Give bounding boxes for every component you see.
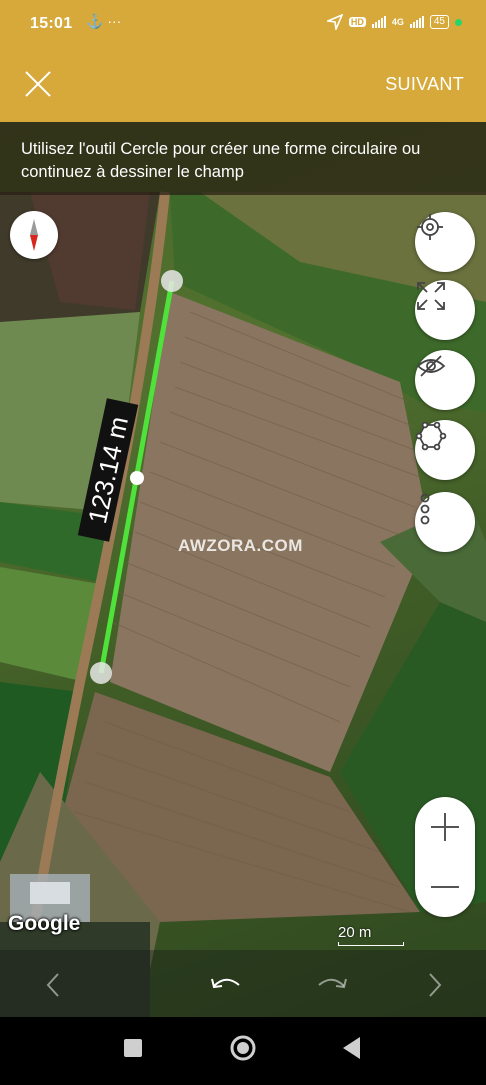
charging-icon: [455, 18, 462, 26]
zoom-out-button[interactable]: [415, 857, 475, 917]
undo-button[interactable]: [206, 970, 246, 1000]
google-logo: Google: [8, 912, 81, 935]
fit-bounds-button[interactable]: [415, 280, 475, 340]
recents-icon: [124, 1039, 142, 1057]
locate-button[interactable]: [415, 212, 475, 272]
notification-icons: ⚓ ···: [86, 13, 122, 29]
watermark: AWZORA.COM: [178, 536, 303, 555]
status-time: 15:01: [30, 15, 73, 32]
instruction-banner: Utilisez l'outil Cercle pour créer une f…: [0, 122, 486, 195]
zoom-in-button[interactable]: [415, 797, 475, 857]
home-button[interactable]: [213, 1017, 273, 1080]
status-bar: 15:01 ⚓ ··· HD 4G 45: [0, 0, 486, 46]
network-type: 4G: [391, 17, 404, 27]
satellite-imagery: [0, 191, 486, 1017]
top-toolbar: SUIVANT: [0, 46, 486, 122]
polygon-tool-button[interactable]: [415, 420, 475, 480]
scale-label: 20 m: [338, 924, 372, 941]
zoom-controls: [415, 797, 475, 917]
close-button[interactable]: [18, 64, 58, 104]
back-icon: [343, 1037, 360, 1059]
recents-button[interactable]: [103, 1017, 163, 1080]
hd-badge: HD: [348, 17, 366, 27]
system-nav-bar: [0, 1017, 486, 1080]
signal-icon-2: [409, 16, 424, 28]
undo-icon: [211, 978, 240, 989]
map-view[interactable]: Utilisez l'outil Cercle pour créer une f…: [0, 122, 486, 1017]
forward-button[interactable]: [414, 970, 454, 1000]
signal-icon: [371, 16, 386, 28]
compass-icon: [30, 219, 38, 251]
status-indicators: HD 4G 45: [326, 14, 462, 30]
drawing-controls: [0, 950, 486, 1017]
more-icon: [420, 493, 430, 525]
back-button[interactable]: [322, 1017, 382, 1080]
redo-button[interactable]: [312, 970, 352, 1000]
home-icon: [230, 1035, 256, 1061]
polygon-icon: [415, 421, 447, 451]
location-icon: [326, 14, 343, 30]
fit-bounds-icon: [417, 282, 445, 310]
locate-icon: [417, 214, 443, 240]
scale-bar: [338, 942, 404, 946]
chevron-right-icon: [429, 973, 442, 997]
battery-icon: 45: [429, 15, 449, 29]
toggle-visibility-button[interactable]: [415, 350, 475, 410]
next-button[interactable]: SUIVANT: [385, 74, 464, 95]
plus-icon: [431, 813, 459, 841]
more-options-button[interactable]: [415, 492, 475, 552]
minus-icon: [431, 886, 459, 888]
compass-button[interactable]: [10, 211, 58, 259]
previous-button[interactable]: [34, 970, 74, 1000]
visibility-off-icon: [416, 355, 446, 377]
chevron-left-icon: [46, 973, 59, 997]
redo-icon: [318, 978, 347, 989]
